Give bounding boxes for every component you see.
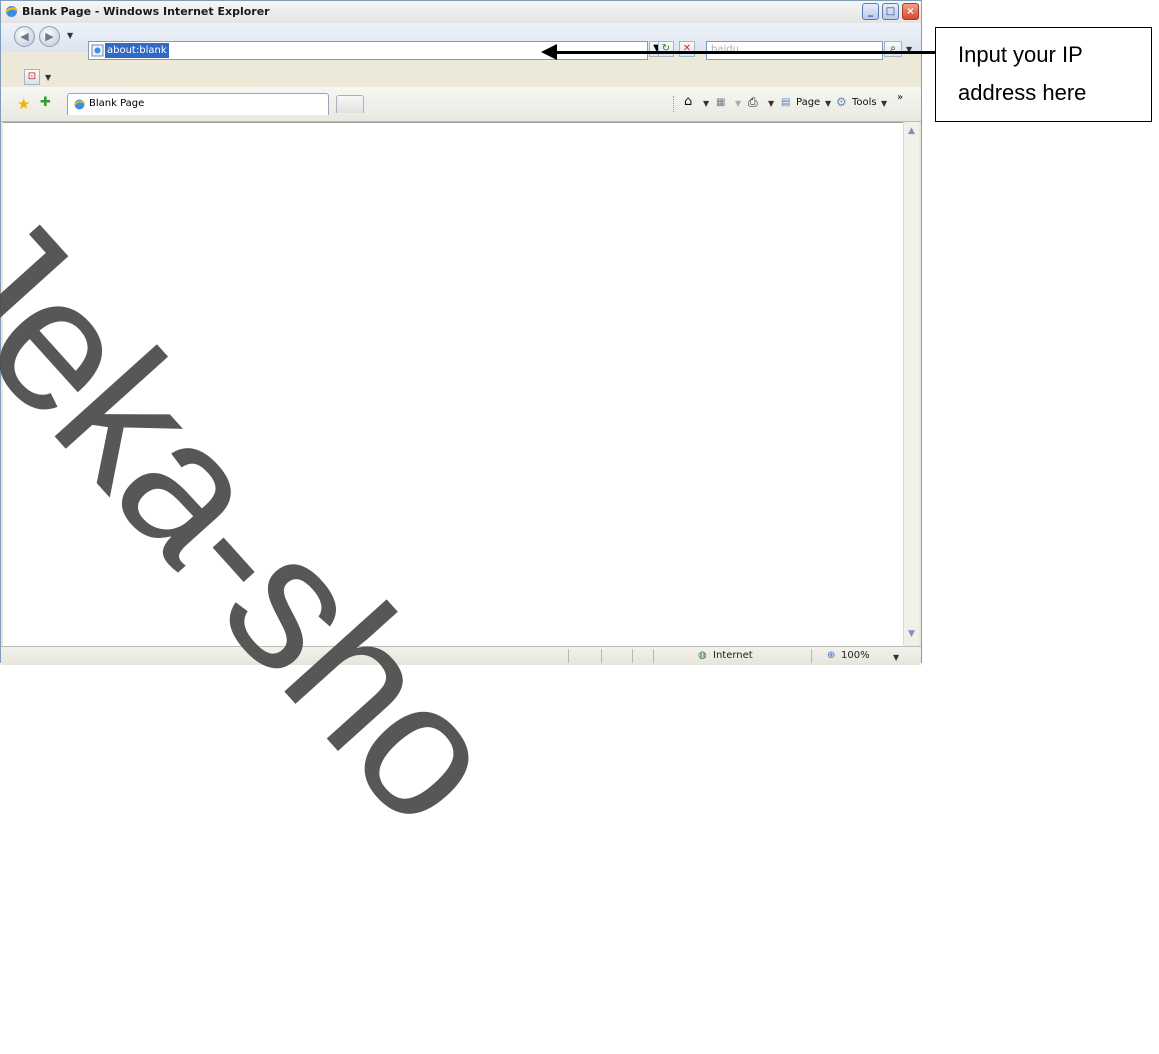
annotation-callout: Input your IP address here bbox=[935, 27, 1152, 122]
zoom-icon: ⊕ bbox=[827, 650, 836, 661]
status-divider bbox=[601, 649, 602, 663]
close-button[interactable]: × bbox=[902, 3, 919, 20]
status-divider bbox=[653, 649, 654, 663]
toolbar-separator bbox=[673, 96, 675, 112]
tab-bar: ★ ✚ Blank Page ⌂ ▼ ▦ ▼ ⎙ ▼ ▤ Page ▼ ⚙ To… bbox=[1, 87, 921, 122]
page-dropdown[interactable]: ▼ bbox=[825, 99, 831, 108]
chevron-overflow-icon[interactable]: » bbox=[897, 92, 903, 103]
stop-icon[interactable]: ✕ bbox=[679, 41, 695, 57]
zoom-level[interactable]: 100% bbox=[841, 650, 870, 661]
print-icon[interactable]: ⎙ bbox=[748, 95, 758, 110]
vertical-scrollbar[interactable]: ▲ ▼ bbox=[903, 122, 919, 645]
annotation-line-2: address here bbox=[958, 80, 1087, 105]
page-icon bbox=[91, 44, 104, 57]
scroll-up-icon[interactable]: ▲ bbox=[905, 124, 918, 139]
tools-menu[interactable]: Tools bbox=[852, 97, 877, 108]
annotation-arrow-line bbox=[555, 51, 935, 54]
toolbar-addon-dropdown[interactable]: ▼ bbox=[45, 73, 51, 82]
forward-arrow-icon[interactable]: ▶ bbox=[39, 26, 60, 47]
address-url[interactable]: about:blank bbox=[105, 43, 169, 58]
status-bar: ◍ Internet ⊕ 100% ▼ bbox=[1, 646, 921, 665]
search-button[interactable]: ⌕ bbox=[884, 41, 902, 57]
add-favorites-icon[interactable]: ✚ bbox=[40, 95, 51, 110]
feeds-icon[interactable]: ▦ bbox=[716, 97, 725, 108]
tab-blank-page[interactable]: Blank Page bbox=[67, 93, 329, 115]
page-content[interactable] bbox=[3, 122, 905, 646]
minimize-button[interactable]: _ bbox=[862, 3, 879, 20]
scroll-down-icon[interactable]: ▼ bbox=[905, 627, 918, 642]
internet-explorer-icon bbox=[73, 99, 85, 110]
security-zone: Internet bbox=[713, 650, 753, 661]
annotation-line-1: Input your IP bbox=[958, 42, 1083, 67]
page-icon[interactable]: ▤ bbox=[781, 97, 790, 108]
window-title: Blank Page - Windows Internet Explorer bbox=[22, 5, 270, 18]
globe-icon: ◍ bbox=[698, 650, 707, 661]
gear-icon[interactable]: ⚙ bbox=[836, 95, 847, 109]
tools-dropdown[interactable]: ▼ bbox=[881, 99, 887, 108]
page-menu[interactable]: Page bbox=[796, 97, 820, 108]
annotation-arrow-head bbox=[541, 44, 557, 60]
print-dropdown[interactable]: ▼ bbox=[768, 99, 774, 108]
toolbar-addon-icon[interactable]: ⊡ bbox=[24, 69, 40, 85]
refresh-icon[interactable]: ↻ bbox=[658, 41, 674, 57]
status-divider bbox=[632, 649, 633, 663]
browser-window: Blank Page - Windows Internet Explorer _… bbox=[0, 0, 922, 665]
status-divider bbox=[811, 649, 812, 663]
status-divider bbox=[568, 649, 569, 663]
title-bar[interactable]: Blank Page - Windows Internet Explorer _… bbox=[1, 1, 921, 24]
feeds-dropdown[interactable]: ▼ bbox=[735, 99, 741, 108]
home-icon[interactable]: ⌂ bbox=[684, 94, 692, 109]
back-arrow-icon[interactable]: ◀ bbox=[14, 26, 35, 47]
history-dropdown-icon[interactable]: ▼ bbox=[67, 31, 73, 40]
tab-label: Blank Page bbox=[89, 98, 145, 109]
maximize-button[interactable]: □ bbox=[882, 3, 899, 20]
new-tab-button[interactable] bbox=[336, 95, 364, 113]
zoom-dropdown[interactable]: ▼ bbox=[893, 653, 899, 662]
favorites-star-icon[interactable]: ★ bbox=[17, 95, 30, 113]
navigation-bar: ◀ ▶ ▼ about:blank ▼ ↻ ✕ baidu ⌕ ▼ bbox=[1, 23, 921, 60]
home-dropdown[interactable]: ▼ bbox=[703, 99, 709, 108]
internet-explorer-icon bbox=[5, 6, 18, 17]
links-toolbar: ⊡ ▼ bbox=[1, 67, 921, 87]
